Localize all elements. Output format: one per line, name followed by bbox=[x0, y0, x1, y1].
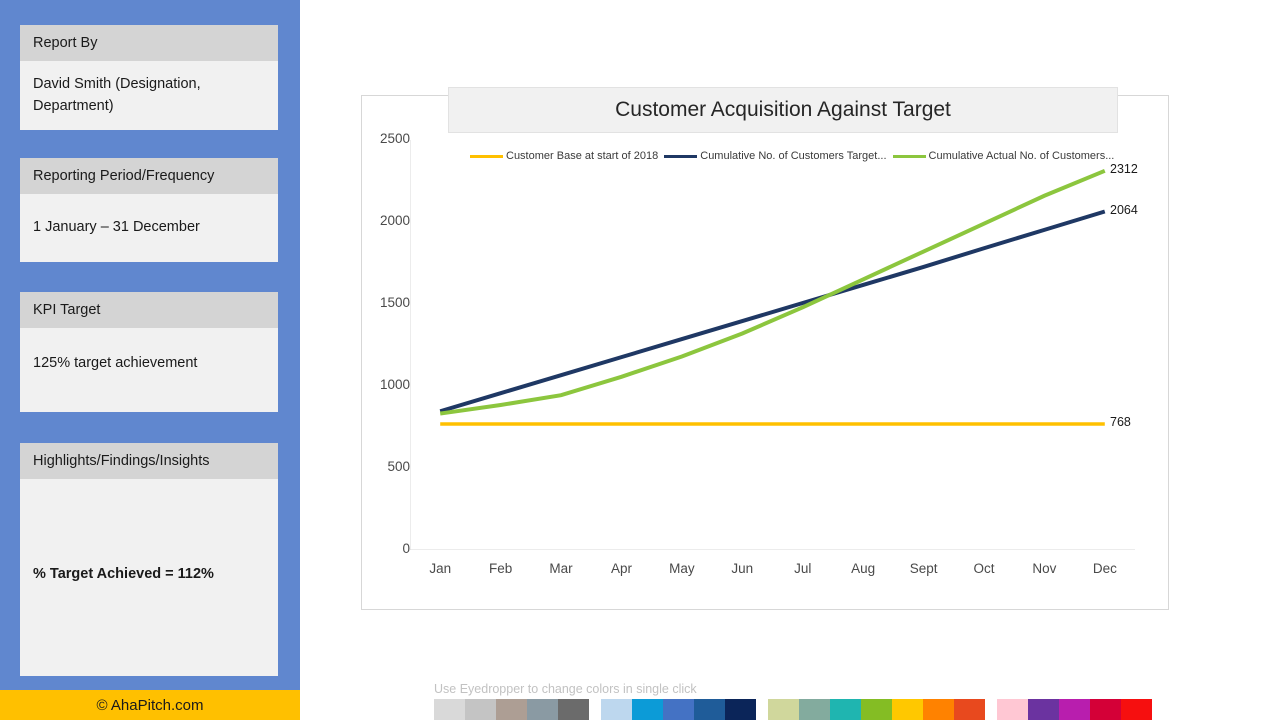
color-swatch[interactable] bbox=[923, 699, 954, 720]
x-axis-tick: Apr bbox=[610, 561, 632, 576]
x-axis-tick: Dec bbox=[1092, 561, 1117, 576]
color-swatch-strip[interactable] bbox=[434, 699, 1164, 720]
color-swatch[interactable] bbox=[1121, 699, 1152, 720]
color-swatch[interactable] bbox=[954, 699, 985, 720]
info-card-reporting-period: Reporting Period/Frequency 1 January – 3… bbox=[20, 158, 278, 263]
color-swatch[interactable] bbox=[1028, 699, 1059, 720]
x-axis-tick: Jul bbox=[794, 561, 812, 576]
swatch-group-1 bbox=[601, 699, 756, 720]
card-header-reporting-period: Reporting Period/Frequency bbox=[20, 158, 278, 194]
y-axis-tick: 0 bbox=[402, 541, 410, 556]
color-swatch[interactable] bbox=[1059, 699, 1090, 720]
card-body-report-by: David Smith (Designation, Department) bbox=[33, 75, 201, 115]
color-swatch[interactable] bbox=[768, 699, 799, 720]
series-line-actual bbox=[439, 168, 1106, 416]
x-axis: Jan Feb Mar Apr May Jun Jul Aug Sept Oct Nov Dec bbox=[410, 553, 1135, 581]
card-header-report-by: Report By bbox=[20, 25, 278, 61]
color-swatch[interactable] bbox=[527, 699, 558, 720]
color-swatch[interactable] bbox=[694, 699, 725, 720]
color-swatch[interactable] bbox=[1090, 699, 1121, 720]
card-body-kpi-target: 125% target achievement bbox=[33, 354, 198, 371]
y-axis-tick: 2500 bbox=[379, 131, 410, 146]
y-axis-tick: 2000 bbox=[379, 213, 410, 228]
color-swatch[interactable] bbox=[663, 699, 694, 720]
data-label-target: 2064 bbox=[1110, 202, 1138, 217]
y-axis-tick: 1500 bbox=[379, 295, 410, 310]
highlights-spacer bbox=[20, 479, 278, 551]
color-swatch[interactable] bbox=[434, 699, 465, 720]
axis-lines bbox=[410, 140, 1135, 550]
swatch-group-3 bbox=[997, 699, 1152, 720]
color-swatch[interactable] bbox=[861, 699, 892, 720]
chart-title: Customer Acquisition Against Target bbox=[615, 98, 951, 121]
color-swatch[interactable] bbox=[465, 699, 496, 720]
chart-title-box: Customer Acquisition Against Target bbox=[448, 87, 1118, 133]
color-swatch[interactable] bbox=[496, 699, 527, 720]
color-swatch[interactable] bbox=[799, 699, 830, 720]
info-card-kpi-target: KPI Target 125% target achievement bbox=[20, 292, 278, 413]
x-axis-tick: Jan bbox=[429, 561, 452, 576]
color-swatch[interactable] bbox=[997, 699, 1028, 720]
color-swatch[interactable] bbox=[830, 699, 861, 720]
x-axis-tick: Feb bbox=[489, 561, 513, 576]
x-axis-tick: Sept bbox=[909, 561, 938, 576]
series-line-target bbox=[439, 209, 1106, 414]
color-swatch[interactable] bbox=[601, 699, 632, 720]
card-body-reporting-period: 1 January – 31 December bbox=[33, 218, 200, 235]
color-swatch[interactable] bbox=[632, 699, 663, 720]
x-axis-tick: Aug bbox=[851, 561, 876, 576]
x-axis-tick: Mar bbox=[549, 561, 573, 576]
swatch-group-2 bbox=[768, 699, 985, 720]
y-axis-tick: 500 bbox=[387, 459, 410, 474]
card-body-highlights: % Target Achieved = 112% bbox=[33, 565, 214, 582]
x-axis-tick: Jun bbox=[731, 561, 754, 576]
color-swatch[interactable] bbox=[558, 699, 589, 720]
y-axis-tick: 1000 bbox=[379, 377, 410, 392]
data-label-base: 768 bbox=[1110, 415, 1131, 430]
info-card-highlights: Highlights/Findings/Insights % Target Ac… bbox=[20, 443, 278, 676]
sidebar-panel: Report By David Smith (Designation, Depa… bbox=[0, 0, 300, 690]
x-axis-tick: Nov bbox=[1032, 561, 1057, 576]
eyedropper-hint: Use Eyedropper to change colors in singl… bbox=[434, 682, 697, 696]
card-header-highlights: Highlights/Findings/Insights bbox=[20, 443, 278, 479]
footer-bar: © AhaPitch.com bbox=[0, 690, 300, 720]
plot-area bbox=[410, 140, 1135, 550]
y-axis: 2500 2000 1500 1000 500 0 bbox=[365, 95, 410, 556]
info-card-report-by: Report By David Smith (Designation, Depa… bbox=[20, 25, 278, 130]
swatch-group-0 bbox=[434, 699, 589, 720]
color-swatch[interactable] bbox=[892, 699, 923, 720]
card-header-kpi-target: KPI Target bbox=[20, 292, 278, 328]
color-swatch[interactable] bbox=[725, 699, 756, 720]
x-axis-tick: Oct bbox=[973, 561, 995, 576]
footer-copyright: © AhaPitch.com bbox=[96, 696, 204, 714]
data-label-actual: 2312 bbox=[1110, 161, 1138, 176]
x-axis-tick: May bbox=[669, 561, 695, 576]
